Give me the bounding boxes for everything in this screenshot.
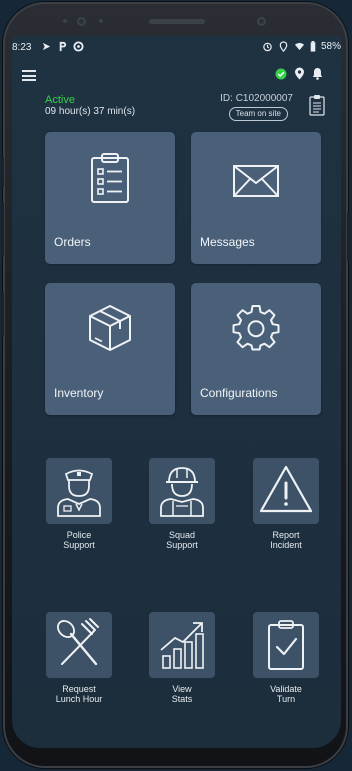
report-incident-button[interactable] [253,458,319,524]
tile-inventory[interactable]: Inventory [45,283,175,415]
battery-percent: 58% [320,41,341,52]
alarm-icon [263,42,272,52]
iris-sensor [77,17,86,26]
volume-button [1,202,4,257]
envelope-icon [233,165,279,197]
validate-turn-button[interactable] [253,612,319,678]
status-time: 8:23 [12,42,32,53]
sensor [99,19,103,23]
tile-label: Inventory [54,386,104,400]
parking-icon [59,41,67,52]
status-bar: 8:23 58% [12,36,341,58]
clipboard-check-icon [268,620,304,670]
phone-frame: 8:23 58% Active 09 hour(s) 37 min(s) ID:… [1,2,350,768]
tile-label: Orders [54,235,91,249]
tile-orders[interactable]: Orders [45,132,175,264]
warning-triangle-icon [259,465,313,513]
battery-icon [310,41,316,52]
label-line: Lunch Hour [55,694,103,704]
squad-support-button[interactable] [149,458,215,524]
sensor [63,19,67,23]
power-button [347,212,350,262]
navigation-icon [42,42,51,51]
label-line: Incident [270,540,302,550]
gear-icon [232,305,280,351]
team-status-badge: Team on site [228,107,288,121]
view-stats-label: View Stats [137,684,227,704]
hamburger-icon[interactable] [22,70,36,81]
location-pin-icon[interactable] [294,67,305,80]
sync-icon [73,41,84,52]
label-line: Validate [270,684,302,694]
label-line: Squad [168,530,196,540]
label-line: Request [62,684,96,694]
label-line: View [172,684,192,694]
police-officer-icon [57,469,101,517]
check-circle-icon [275,68,287,79]
label-line: Stats [171,694,193,704]
wifi-icon [294,42,305,51]
validate-turn-label: Validate Turn [241,684,331,704]
squad-support-label: Squad Support [137,530,227,550]
clipboard-list-icon [91,153,129,203]
bell-icon[interactable] [312,67,323,80]
utensils-icon [57,618,99,666]
police-support-button[interactable] [46,458,112,524]
device-id: ID: C102000007 [220,93,293,104]
request-lunch-label: Request Lunch Hour [34,684,124,704]
location-icon [279,41,288,52]
chart-growth-icon [160,622,204,669]
label-line: Report [272,530,300,540]
shift-duration: 09 hour(s) 37 min(s) [45,106,136,117]
label-line: Support [166,540,198,550]
label-line: Police [66,530,92,540]
clipboard-icon[interactable] [309,94,325,116]
package-icon [89,305,131,351]
report-incident-label: Report Incident [241,530,331,550]
tile-label: Configurations [200,386,278,400]
construction-worker-icon [160,467,204,517]
app-screen: 8:23 58% Active 09 hour(s) 37 min(s) ID:… [12,36,341,748]
view-stats-button[interactable] [149,612,215,678]
label-line: Support [63,540,95,550]
earpiece-speaker [149,19,205,24]
tile-messages[interactable]: Messages [191,132,321,264]
tile-configurations[interactable]: Configurations [191,283,321,415]
front-camera [257,17,266,26]
request-lunch-button[interactable] [46,612,112,678]
label-line: Turn [276,694,296,704]
bixby-button [1,292,4,337]
volume-button [1,157,4,187]
tile-label: Messages [200,235,255,249]
shift-status: Active [45,94,75,106]
police-support-label: Police Support [34,530,124,550]
